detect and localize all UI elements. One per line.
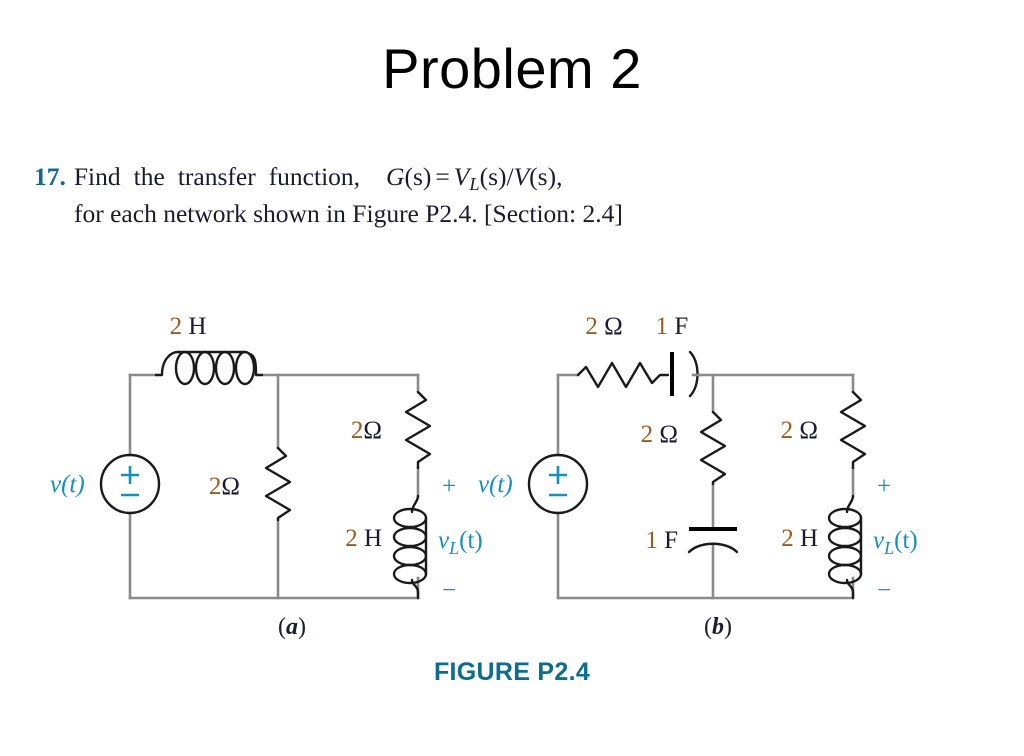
circuit-b-right-inductor	[827, 494, 863, 600]
circuit-b-mid-resistor-label: 2 Ω	[641, 421, 678, 448]
circuit-a-top-inductor-label: 2 H	[170, 313, 207, 340]
circuit-a-voltage-source[interactable]	[99, 453, 161, 515]
circuit-a-right-inductor-label: 2 H	[345, 525, 382, 552]
figure-p2-4-circuits: v(t) 2 H 2Ω 2Ω 2 H + − vL(t) (a) v(t) 2 …	[50, 313, 918, 640]
circuit-b-mid-resistor	[699, 410, 727, 486]
circuit-b-voltage-source[interactable]	[527, 453, 589, 515]
circuit-b-output-sub: L	[883, 538, 894, 558]
circuit-b-top-capacitor-label: 1 F	[656, 313, 689, 340]
circuit-b-output-plus: +	[877, 473, 891, 500]
circuit-a-output-t: (t)	[459, 527, 483, 554]
circuit-a-output-sub: L	[448, 538, 459, 558]
circuit-a-output-minus: −	[442, 577, 456, 604]
circuit-b-right-resistor-label: 2 Ω	[781, 417, 818, 444]
circuit-b-top-capacitor	[670, 350, 702, 398]
circuit-b-source-label: v(t)	[478, 471, 513, 498]
circuit-a-right-inductor	[392, 494, 428, 600]
circuit-b-output-label: vL(t)	[873, 527, 918, 558]
circuit-a-top-inductor	[154, 350, 264, 386]
circuit-a-subcaption: (a)	[278, 614, 306, 640]
slide-page: Problem 2 17. Find the transfer function, G(s…	[0, 0, 1024, 756]
circuit-b-output-t: (t)	[894, 527, 918, 554]
circuit-b-right-resistor	[839, 390, 867, 470]
circuit-b-right-inductor-label: 2 H	[781, 525, 818, 552]
circuit-a-wiring	[128, 373, 420, 600]
circuit-b-top-resistor-label: 2 Ω	[585, 313, 622, 340]
circuit-a-shunt-resistor	[264, 446, 292, 522]
circuit-a-source-label: v(t)	[50, 471, 85, 498]
circuit-b-wiring	[556, 373, 855, 600]
circuit-b-output-minus: −	[877, 577, 891, 604]
circuit-a-shunt-resistor-label: 2Ω	[209, 473, 240, 500]
figure-caption: FIGURE P2.4	[433, 658, 591, 686]
circuit-b-mid-capacitor-label: 1 F	[645, 527, 678, 554]
circuit-a-right-resistor	[404, 390, 432, 470]
circuit-b-top-resistor	[576, 361, 670, 389]
circuit-a-output-label: vL(t)	[438, 527, 483, 558]
circuit-b-subcaption: (b)	[704, 614, 732, 640]
circuit-a-output-plus: +	[442, 473, 456, 500]
circuit-a-right-resistor-label: 2Ω	[351, 417, 382, 444]
